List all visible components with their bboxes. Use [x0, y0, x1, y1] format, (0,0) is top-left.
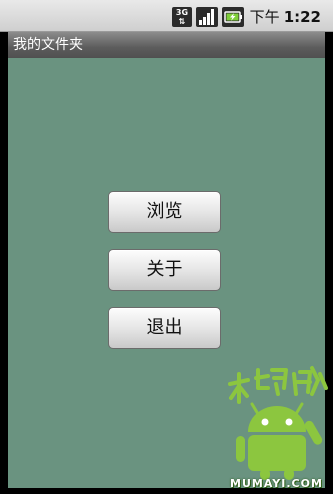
browse-button[interactable]: 浏览 — [108, 191, 221, 233]
clock-time: 1:22 — [283, 8, 321, 26]
signal-strength-icon — [196, 7, 218, 27]
clock-period: 下午 — [249, 8, 280, 26]
watermark-url: MUMAYI.COM — [230, 477, 323, 490]
exit-button[interactable]: 退出 — [108, 307, 221, 349]
battery-charging-icon — [222, 7, 244, 27]
mumayi-watermark: MUMAYI.COM — [226, 360, 333, 494]
screen-bezel-left — [0, 32, 8, 494]
phone-screen: 3G ⇅ 下午 1:22 我的文件夹 浏览 关于 退出 MUMAYI.COM — [0, 0, 333, 494]
android-robot-icon — [228, 366, 328, 480]
network-3g-icon: 3G ⇅ — [172, 7, 192, 27]
network-label: 3G — [175, 8, 189, 17]
status-bar: 3G ⇅ 下午 1:22 — [0, 0, 333, 32]
app-title-bar: 我的文件夹 — [8, 32, 325, 58]
network-arrows-icon: ⇅ — [178, 17, 186, 26]
app-title: 我的文件夹 — [13, 37, 83, 53]
about-button[interactable]: 关于 — [108, 249, 221, 291]
status-clock: 下午 1:22 — [250, 6, 321, 27]
